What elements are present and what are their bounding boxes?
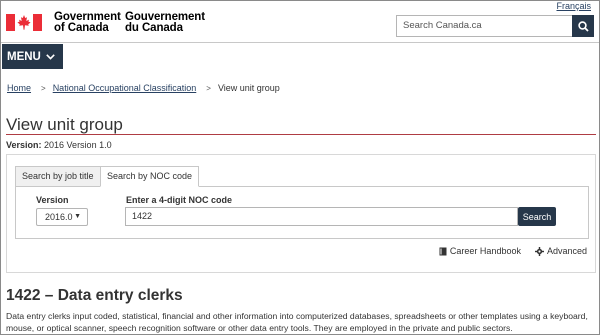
- chevron-down-icon: [46, 53, 55, 60]
- tab-search-by-job-title[interactable]: Search by job title: [15, 166, 101, 187]
- unit-group-title: 1422 – Data entry clerks: [6, 287, 183, 304]
- book-icon: [439, 247, 447, 255]
- wordmark-english[interactable]: Government of Canada: [54, 11, 121, 34]
- gear-icon: [534, 246, 544, 256]
- advanced-label: Advanced: [546, 246, 587, 256]
- version-select[interactable]: 2016.0 ▼: [36, 208, 88, 226]
- version-select-label: Version: [36, 195, 69, 205]
- page-frame: Français Government of Canada Gouverneme…: [0, 0, 600, 335]
- unit-group-description: Data entry clerks input coded, statistic…: [6, 311, 588, 333]
- menu-button[interactable]: MENU: [2, 44, 63, 69]
- chevron-right-icon: >: [41, 83, 46, 93]
- noc-search-form: Version Enter a 4-digit NOC code 2016.0 …: [15, 186, 589, 239]
- noc-search-button[interactable]: Search: [518, 207, 556, 226]
- tab-search-by-noc-code[interactable]: Search by NOC code: [100, 166, 200, 187]
- career-handbook-link[interactable]: Career Handbook: [439, 246, 521, 256]
- wordmark-french[interactable]: Gouvernement du Canada: [125, 11, 205, 34]
- breadcrumb-noc-link[interactable]: National Occupational Classification: [53, 83, 197, 93]
- site-search-input[interactable]: Search Canada.ca: [396, 15, 572, 37]
- canada-flag-icon: [6, 14, 42, 31]
- search-panel: Search by job title Search by NOC code V…: [6, 154, 596, 273]
- search-icon: [577, 20, 589, 32]
- career-handbook-label: Career Handbook: [449, 246, 521, 256]
- language-toggle-link[interactable]: Français: [556, 1, 591, 11]
- noc-code-input[interactable]: 1422: [125, 207, 518, 226]
- page-title: View unit group: [6, 115, 123, 134]
- header-divider: [1, 42, 599, 43]
- breadcrumb-current: View unit group: [217, 83, 280, 93]
- version-info-label: Version:: [6, 140, 42, 150]
- breadcrumb: Home > National Occupational Classificat…: [7, 83, 280, 93]
- dropdown-caret-icon: ▼: [74, 213, 81, 220]
- site-search: Search Canada.ca: [396, 15, 594, 37]
- chevron-right-icon: >: [206, 83, 211, 93]
- panel-links: Career Handbook Advanced: [439, 246, 587, 256]
- version-info-value: 2016 Version 1.0: [44, 140, 112, 150]
- advanced-search-link[interactable]: Advanced: [534, 246, 587, 256]
- breadcrumb-home-link[interactable]: Home: [7, 83, 31, 93]
- menu-label: MENU: [7, 50, 41, 63]
- site-search-button[interactable]: [572, 15, 594, 37]
- noc-code-label: Enter a 4-digit NOC code: [126, 195, 233, 205]
- title-underline: [6, 134, 596, 135]
- version-info: Version: 2016 Version 1.0: [6, 140, 112, 150]
- version-select-value: 2016.0: [45, 212, 73, 222]
